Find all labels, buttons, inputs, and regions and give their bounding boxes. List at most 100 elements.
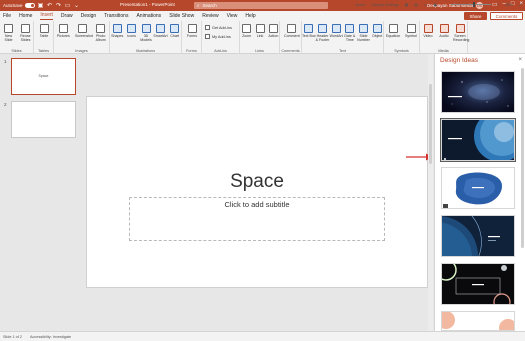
ribbon-button-label: Audio — [439, 34, 449, 38]
notes-button[interactable]: Notes — [355, 3, 365, 7]
ribbon-button-label: Action — [268, 34, 279, 38]
wordart-button[interactable]: WordArt — [329, 24, 343, 38]
header-footer-button[interactable]: Header & Footer — [316, 24, 330, 42]
present-icon[interactable]: ▭ — [65, 2, 71, 9]
ribbon-button-label: Link — [256, 34, 264, 38]
screen-recording-button[interactable]: Screen Recording — [453, 24, 470, 42]
reading-view-icon[interactable]: ▭ — [424, 2, 428, 7]
ribbon-button-label: My Add-ins — [212, 34, 231, 39]
tab-file[interactable]: File — [3, 13, 11, 19]
ribbon-button-label: Get Add-ins — [212, 25, 232, 30]
accessibility-status[interactable]: Accessibility: Investigate — [30, 335, 71, 339]
normal-view-icon[interactable]: ▦ — [405, 2, 409, 7]
scrollbar-thumb[interactable] — [429, 84, 432, 164]
my-add-ins-button[interactable]: My Add-ins — [205, 34, 231, 39]
slide-canvas[interactable]: Space Click to add subtitle — [87, 97, 427, 287]
tab-help[interactable]: Help — [245, 13, 255, 19]
slide-editor: Space Click to add subtitle — [83, 54, 431, 331]
shapes-button[interactable]: Shapes — [110, 24, 124, 38]
tab-animations[interactable]: Animations — [136, 13, 161, 19]
tab-home[interactable]: Home — [19, 13, 32, 19]
design-idea-5[interactable] — [441, 263, 515, 305]
slide-thumbnails-pane: 1 Space 2 — [0, 54, 83, 331]
redo-icon[interactable]: ↷ — [56, 2, 62, 9]
comment-icon — [286, 24, 296, 33]
design-idea-2[interactable] — [440, 118, 516, 162]
header-footer-icon — [318, 24, 327, 33]
share-button[interactable]: Share — [464, 12, 487, 20]
object-button[interactable]: Object — [370, 24, 384, 38]
zoom-level[interactable]: 68% — [505, 3, 513, 7]
ribbon-button-label: Video — [423, 34, 433, 38]
ribbon-group-illustrations: Shapes Icons 3D Models SmartArt Chart Illustr… — [110, 21, 182, 54]
smartart-button[interactable]: SmartArt — [153, 24, 168, 38]
display-settings-button[interactable]: Display Settings — [371, 3, 398, 7]
design-ideas-pane: Design Ideas × — [434, 54, 525, 331]
ribbon-button-label: 3D Models — [140, 34, 152, 42]
autosave-toggle[interactable] — [24, 3, 35, 8]
slideshow-icon[interactable]: ▣ — [433, 2, 437, 7]
tab-view[interactable]: View — [227, 13, 238, 19]
design-ideas-scrollbar[interactable] — [521, 68, 524, 248]
comments-button[interactable]: Comments — [490, 12, 523, 20]
action-button[interactable]: Action — [266, 24, 280, 38]
search-box[interactable]: ⌕ Search — [194, 2, 328, 9]
tab-draw[interactable]: Draw — [61, 13, 73, 19]
new-slide-button[interactable]: New Slide — [2, 24, 16, 42]
editor-scrollbar[interactable] — [428, 54, 433, 331]
table-button[interactable]: Table — [37, 24, 51, 38]
pictures-button[interactable]: Pictures — [56, 24, 70, 38]
equation-icon — [388, 24, 398, 33]
design-idea-1[interactable] — [441, 71, 515, 113]
design-idea-6[interactable] — [441, 311, 515, 331]
tab-insert[interactable]: Insert — [40, 12, 53, 20]
ribbon-button-label: Object — [371, 34, 383, 38]
undo-icon[interactable]: ↶ — [47, 2, 53, 9]
get-add-ins-button[interactable]: Get Add-ins — [205, 25, 232, 30]
date-time-button[interactable]: Date & Time — [343, 24, 357, 42]
ribbon-group-text: Text Box Header & Footer WordArt Date & Tim… — [302, 21, 384, 54]
slide-thumbnail-2[interactable] — [11, 101, 76, 138]
audio-button[interactable]: Audio — [437, 24, 451, 38]
text-box-button[interactable]: Text Box — [302, 24, 316, 38]
design-idea-3[interactable] — [441, 167, 515, 209]
autosave-control[interactable]: AutoSave — [3, 3, 35, 8]
link-button[interactable]: Link — [253, 24, 267, 38]
slide-title[interactable]: Space — [87, 171, 427, 193]
3d-models-button[interactable]: 3D Models — [139, 24, 153, 42]
ribbon-group-links: Zoom Link Action Links — [240, 21, 280, 54]
icons-button[interactable]: Icons — [125, 24, 139, 38]
zoom-out-icon[interactable]: – — [443, 3, 445, 7]
photo-album-button[interactable]: Photo Album — [94, 24, 108, 42]
screenshot-button[interactable]: Screenshot — [75, 24, 93, 38]
ribbon-group-symbols: Equation Symbol Symbols — [384, 21, 420, 54]
slide-sorter-icon[interactable]: ▤ — [414, 2, 418, 7]
close-icon[interactable]: × — [518, 57, 522, 63]
slide-thumbnail-1[interactable]: Space — [11, 58, 76, 95]
ribbon-button-label: Forms — [186, 34, 198, 38]
design-idea-4[interactable] — [441, 215, 515, 257]
tab-slide-show[interactable]: Slide Show — [169, 13, 194, 19]
save-icon[interactable]: ▣ — [38, 2, 44, 9]
reuse-slides-button[interactable]: Reuse Slides — [19, 24, 33, 42]
subtitle-placeholder[interactable]: Click to add subtitle — [129, 197, 385, 241]
document-title: Presentation1 - PowerPoint — [120, 2, 175, 7]
slide-number-button[interactable]: Slide Number — [357, 24, 371, 42]
forms-button[interactable]: Forms — [185, 24, 199, 38]
ribbon-button-label: WordArt — [329, 34, 343, 38]
zoom-in-icon[interactable]: + — [497, 3, 499, 7]
tab-review[interactable]: Review — [202, 13, 218, 19]
comment-button[interactable]: Comment — [284, 24, 300, 38]
chart-button[interactable]: Chart — [168, 24, 182, 38]
equation-button[interactable]: Equation — [386, 24, 400, 38]
zoom-button[interactable]: Zoom — [240, 24, 254, 38]
tab-design[interactable]: Design — [81, 13, 97, 19]
ribbon-button-label: Screen Recording — [453, 34, 470, 42]
tab-transitions[interactable]: Transitions — [104, 13, 128, 19]
video-button[interactable]: Video — [421, 24, 435, 38]
fit-slide-icon[interactable]: ⤢ — [519, 3, 522, 7]
zoom-slider[interactable] — [451, 2, 492, 7]
symbol-button[interactable]: Symbol — [404, 24, 418, 38]
customize-qat-icon[interactable]: ⌄ — [74, 2, 80, 9]
forms-icon — [187, 24, 197, 33]
